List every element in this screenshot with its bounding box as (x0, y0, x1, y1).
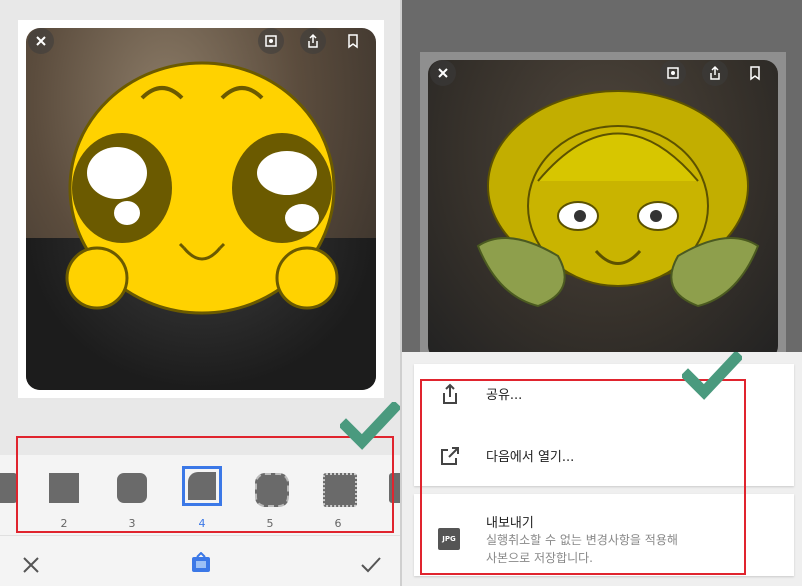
check-mark-annotation (682, 352, 742, 400)
close-icon[interactable] (430, 60, 456, 86)
snapseed-frames-screen: 2 3 4 5 6 (0, 0, 400, 586)
close-icon[interactable] (22, 556, 40, 574)
bookmark-icon[interactable] (340, 28, 366, 54)
framed-photo (26, 28, 376, 390)
sunflower-sticker (476, 90, 760, 308)
highlight-box (16, 436, 394, 533)
check-icon[interactable] (360, 556, 382, 574)
framed-photo (428, 60, 778, 360)
photo-preview (18, 20, 384, 398)
share-icon[interactable] (702, 60, 728, 86)
emoji-sticker (65, 61, 339, 315)
share-icon[interactable] (300, 28, 326, 54)
highlight-box (420, 379, 746, 575)
photo-preview (420, 52, 786, 362)
share-menu-screen: 공유... 다음에서 열기... JPG 내보내기 실행취소할 수 없는 변경사… (402, 0, 802, 586)
check-mark-annotation (340, 402, 400, 450)
close-icon[interactable] (28, 28, 54, 54)
frame-icon[interactable] (190, 552, 212, 574)
lens-icon[interactable] (660, 60, 686, 86)
lens-icon[interactable] (258, 28, 284, 54)
bookmark-icon[interactable] (742, 60, 768, 86)
bottom-toolbar (0, 535, 400, 586)
